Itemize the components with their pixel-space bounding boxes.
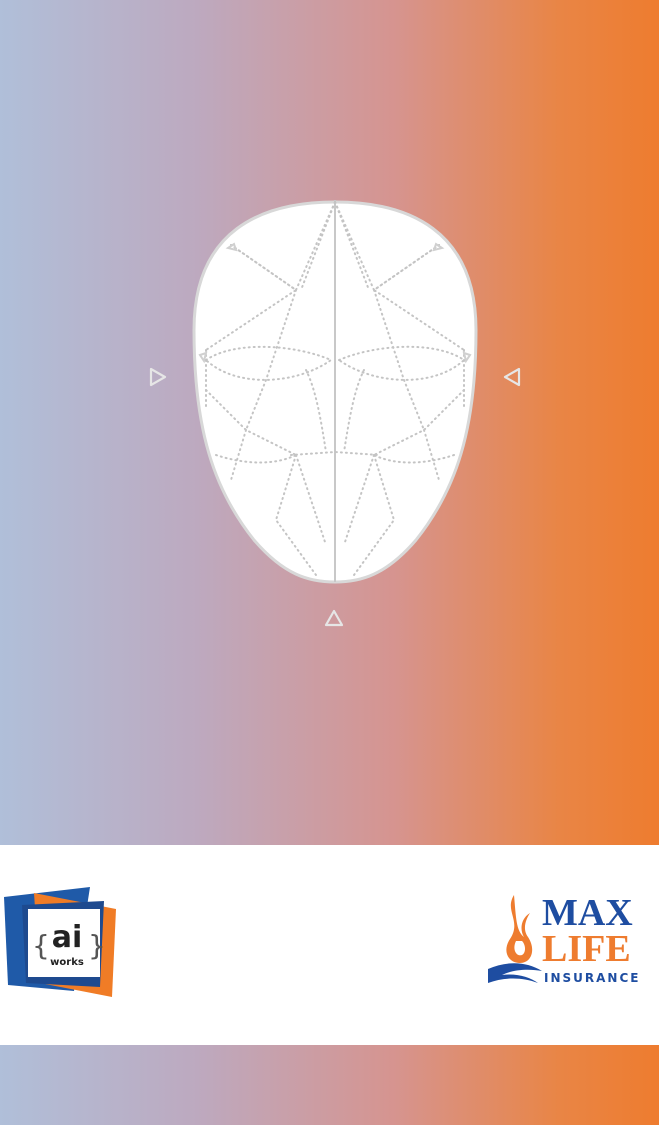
logo-band: { } ai works MAX LIFE INSURANCE [0, 845, 659, 1045]
triangle-up-icon [322, 606, 346, 630]
bottom-gradient-bar [0, 1045, 659, 1125]
ai-works-logo-ai: ai [51, 920, 83, 955]
triangle-right-icon [146, 365, 170, 389]
max-life-logo-line2: LIFE [542, 928, 631, 970]
ai-works-logo-works: works [50, 957, 84, 968]
max-life-insurance-logo: MAX LIFE INSURANCE [486, 891, 648, 991]
triangle-left-icon [500, 365, 524, 389]
camera-viewfinder [0, 0, 659, 845]
face-mesh-outline-icon [186, 190, 484, 588]
ai-works-logo: { } ai works [4, 887, 122, 1003]
max-life-logo-line3: INSURANCE [544, 971, 641, 985]
face-capture-screen: { } ai works MAX LIFE INSURANCE [0, 0, 659, 1125]
max-life-logo-line1: MAX [542, 892, 633, 934]
